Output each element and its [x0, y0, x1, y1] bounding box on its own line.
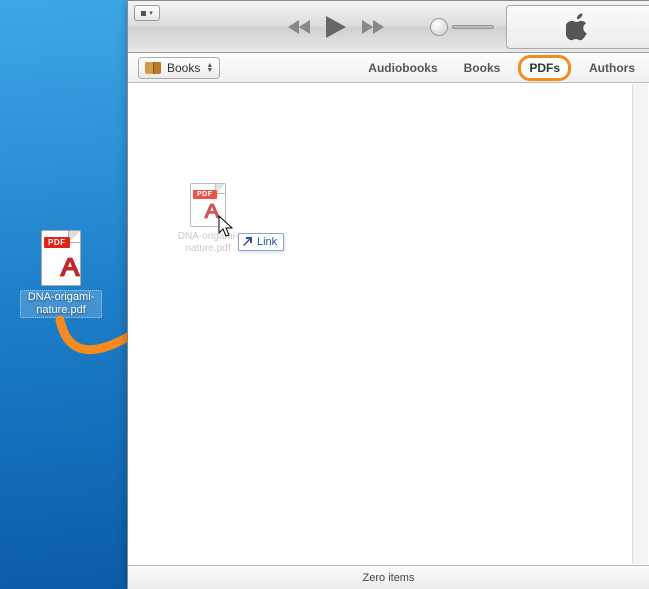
content-area[interactable]: PDF DNA-origami-nature.pdf Link — [128, 83, 649, 565]
desktop-file-pdf[interactable]: PDF DNA-origami-nature.pdf — [20, 230, 102, 318]
vertical-scrollbar[interactable] — [632, 84, 648, 564]
tab-audiobooks[interactable]: Audiobooks — [360, 58, 445, 78]
view-mode-control[interactable]: ▾ — [134, 5, 160, 21]
lcd-display — [506, 5, 649, 49]
playback-controls — [288, 16, 384, 38]
tab-authors[interactable]: Authors — [581, 58, 643, 78]
library-selector-label: Books — [167, 61, 200, 75]
tab-books[interactable]: Books — [456, 58, 509, 78]
toolbar: Books ▲▼ Audiobooks Books PDFs Authors — [128, 53, 649, 83]
drag-ghost-label: DNA-origami-nature.pdf — [168, 231, 248, 255]
titlebar: ▾ — [128, 1, 649, 53]
desktop-background: PDF DNA-origami-nature.pdf — [0, 0, 127, 589]
book-icon — [145, 62, 161, 74]
adobe-reader-icon — [201, 200, 223, 222]
status-bar: Zero items — [128, 565, 649, 589]
volume-slider[interactable] — [430, 18, 494, 36]
itunes-window: ▾ Books ▲▼ A — [127, 0, 649, 589]
drag-link-label: Link — [257, 236, 277, 248]
pdf-badge: PDF — [193, 190, 217, 199]
drag-link-tooltip: Link — [238, 233, 284, 251]
library-selector[interactable]: Books ▲▼ — [138, 57, 220, 79]
shortcut-arrow-icon — [243, 237, 253, 247]
previous-button[interactable] — [288, 20, 310, 34]
next-button[interactable] — [362, 20, 384, 34]
tab-pdfs[interactable]: PDFs — [518, 55, 571, 81]
drag-ghost-file: PDF DNA-origami-nature.pdf — [168, 183, 248, 255]
pdf-file-icon: PDF — [33, 230, 89, 286]
pdf-file-icon: PDF — [186, 183, 230, 227]
updown-icon: ▲▼ — [206, 63, 213, 73]
volume-knob-icon — [430, 18, 448, 36]
adobe-reader-icon — [56, 253, 84, 281]
play-button[interactable] — [326, 16, 346, 38]
status-text: Zero items — [363, 572, 415, 584]
apple-logo-icon — [566, 13, 590, 41]
desktop-file-label: DNA-origami-nature.pdf — [20, 290, 102, 318]
pdf-badge: PDF — [44, 237, 70, 248]
category-tabs: Audiobooks Books PDFs Authors — [360, 55, 643, 81]
volume-track — [452, 25, 494, 29]
